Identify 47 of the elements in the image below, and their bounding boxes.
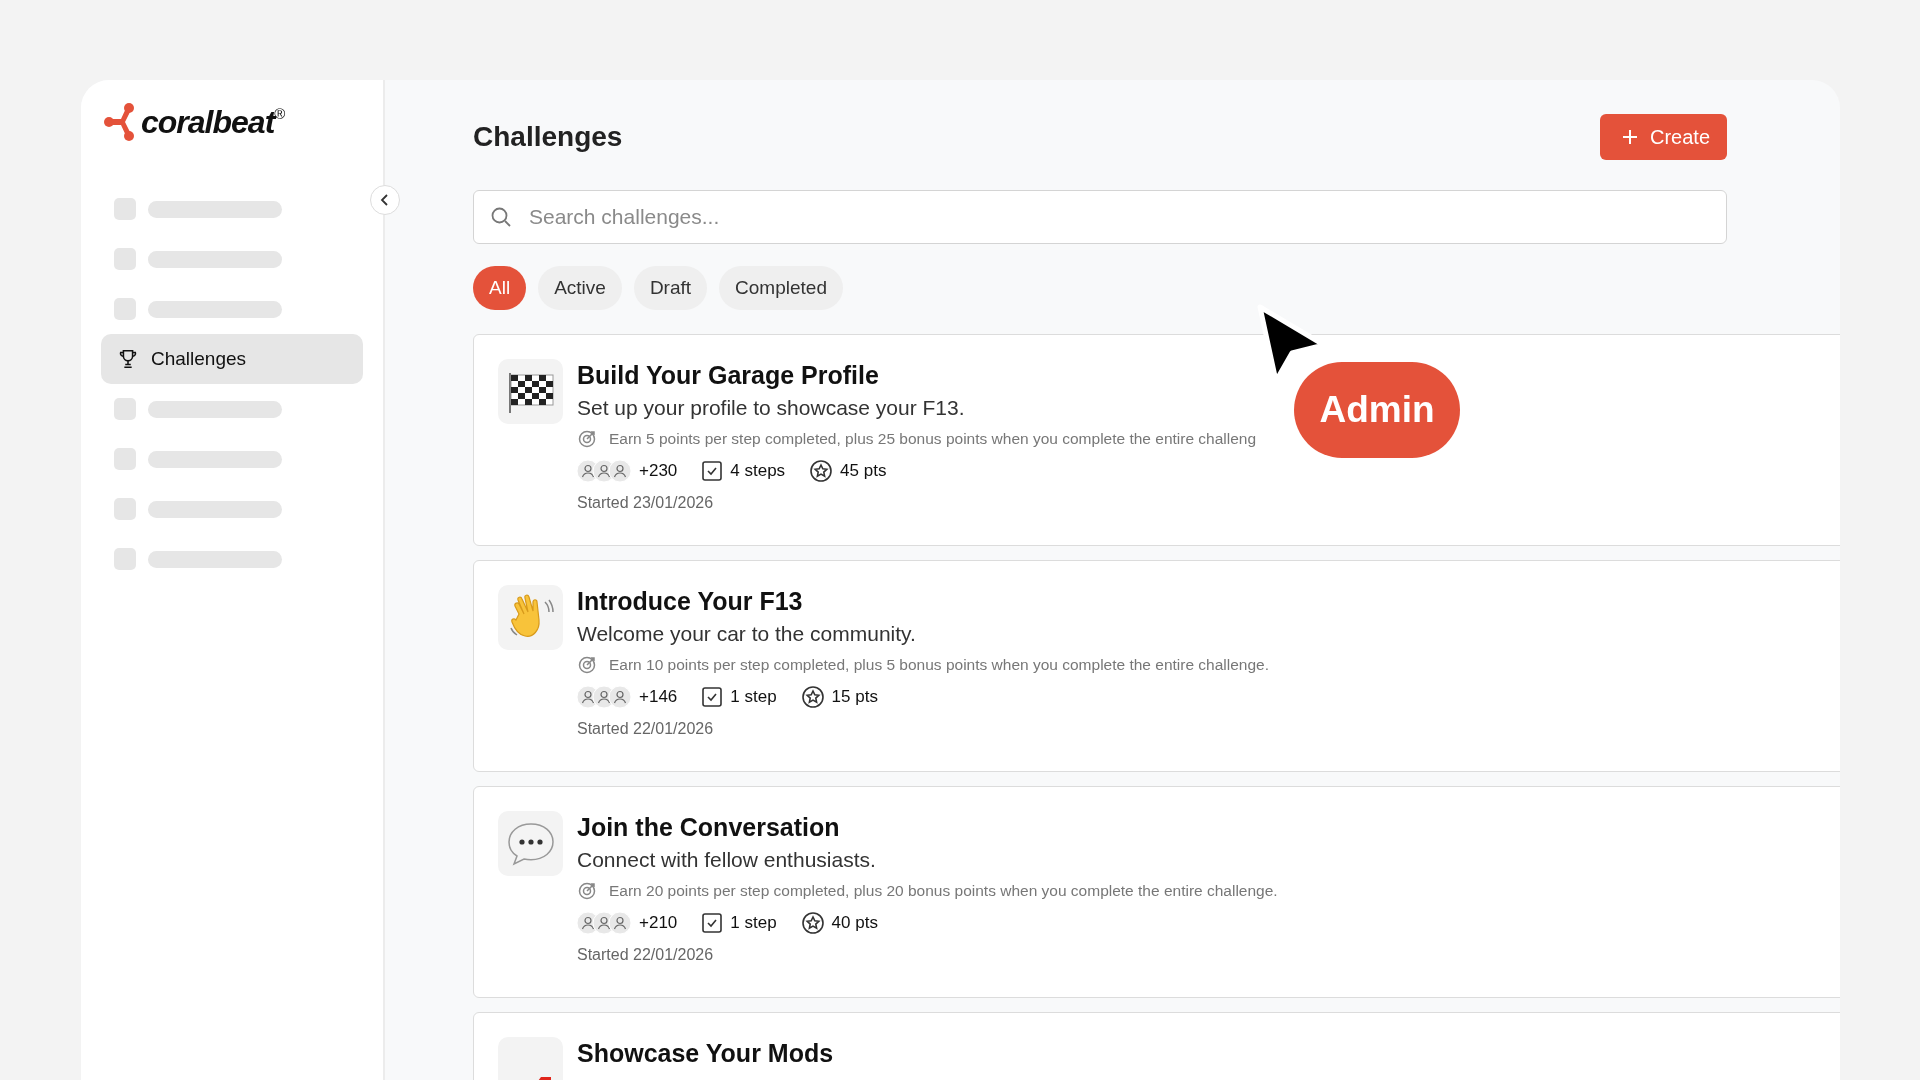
filter-chip[interactable]: Completed xyxy=(719,266,843,310)
points-value: 45 pts xyxy=(840,461,887,481)
challenge-description: Welcome your car to the community. xyxy=(577,622,917,646)
points-value: 15 pts xyxy=(831,687,878,707)
filter-chip[interactable]: Draft xyxy=(633,266,708,310)
challenge-description: Set up your profile to showcase your F13. xyxy=(577,396,966,420)
start-date: Started 22/01/2026 xyxy=(577,720,715,738)
challenge-title: Showcase Your Mods xyxy=(577,1039,834,1068)
star-badge-icon xyxy=(809,459,834,483)
checkbox-icon xyxy=(701,912,724,934)
points-rule: Earn 5 points per step completed, plus 25 bonus points when you complete the entire challeng xyxy=(609,430,1257,448)
create-button[interactable]: Create xyxy=(1599,114,1727,160)
filter-chip[interactable]: All xyxy=(473,266,527,310)
challenge-card[interactable]: Join the Conversation Connect with fellow enthusiasts. Earn 20 points per step completed, plus 20 bonus points when you complete the entire challenge. +210 1 step 40 pts Started 22/01/2026 xyxy=(473,786,1840,998)
challenge-title: Introduce Your F13 xyxy=(577,587,804,616)
filter-chip[interactable]: Active xyxy=(538,266,622,310)
start-date: Started 22/01/2026 xyxy=(577,946,715,964)
target-icon xyxy=(577,429,597,449)
challenge-title: Join the Conversation xyxy=(577,813,841,842)
participant-count: +210 xyxy=(639,913,678,933)
challenge-description: Connect with fellow enthusiasts. xyxy=(577,848,877,872)
trophy-icon xyxy=(117,348,139,370)
step-count: 4 steps xyxy=(730,461,786,481)
participant-avatars xyxy=(577,912,631,934)
step-count: 1 step xyxy=(730,913,777,933)
challenge-title: Build Your Garage Profile xyxy=(577,361,880,390)
points-value: 40 pts xyxy=(831,913,878,933)
step-count: 1 step xyxy=(730,687,777,707)
participant-count: +230 xyxy=(639,461,678,481)
search-field[interactable]: Search challenges... xyxy=(473,190,1727,244)
star-badge-icon xyxy=(800,685,825,709)
sidebar-item[interactable]: Challenges xyxy=(101,334,363,384)
challenge-card[interactable]: Showcase Your Mods xyxy=(473,1012,1840,1080)
checkbox-icon xyxy=(701,686,724,708)
start-date: Started 23/01/2026 xyxy=(577,494,715,512)
brand-logo: coralbeat$^{®}$ xyxy=(141,103,285,141)
participant-avatars xyxy=(577,460,631,482)
star-badge-icon xyxy=(800,911,825,935)
target-icon xyxy=(577,655,597,675)
page-title: Challenges xyxy=(473,121,623,153)
points-rule: Earn 20 points per step completed, plus 20 bonus points when you complete the entire challenge. xyxy=(609,882,1278,900)
participant-avatars xyxy=(577,686,631,708)
challenge-card[interactable]: Introduce Your F13 Welcome your car to the community. Earn 10 points per step completed, plus 5 bonus points when you complete the entire challenge. +146 1 step 15 pts Started 22/01/2026 xyxy=(473,560,1840,772)
checkbox-icon xyxy=(701,460,724,482)
points-rule: Earn 10 points per step completed, plus 5 bonus points when you complete the entire challenge. xyxy=(609,656,1270,674)
target-icon xyxy=(577,881,597,901)
participant-count: +146 xyxy=(639,687,678,707)
